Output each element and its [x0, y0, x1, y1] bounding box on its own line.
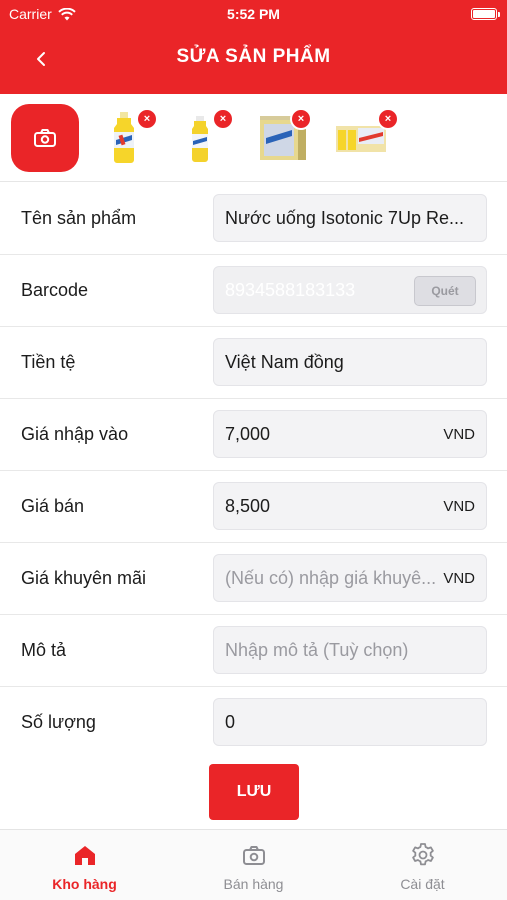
- home-icon: [74, 846, 95, 865]
- add-photo-button[interactable]: [11, 104, 79, 172]
- currency-unit: VND: [443, 498, 475, 515]
- field-label: Giá khuyên mãi: [21, 568, 147, 588]
- status-time: 5:52 PM: [227, 6, 280, 22]
- tab-warehouse[interactable]: Kho hàng: [0, 830, 169, 900]
- field-placeholder: (Nếu có) nhập giá khuyê...: [225, 568, 437, 588]
- field-label: Tên sản phẩm: [21, 208, 137, 228]
- page-title: SỬA SẢN PHẨM: [176, 46, 331, 67]
- field-placeholder: Nhập mô tả (Tuỳ chọn): [225, 640, 409, 660]
- field-label: Giá nhập vào: [21, 424, 129, 444]
- currency-select[interactable]: Việt Nam đồng: [213, 338, 487, 386]
- remove-image-button[interactable]: ×: [290, 108, 312, 130]
- scan-button[interactable]: Quét: [414, 276, 476, 306]
- field-label: Mô tả: [21, 640, 67, 660]
- import-price-input[interactable]: 7,000 VND: [213, 410, 487, 458]
- camera-icon: [34, 129, 56, 147]
- field-label: Tiền tệ: [21, 352, 76, 372]
- form-row-barcode: Barcode 8934588183133 Quét: [0, 255, 507, 327]
- barcode-input[interactable]: 8934588183133 Quét: [213, 266, 487, 314]
- field-value: Nước uống Isotonic 7Up Re...: [225, 208, 464, 228]
- tab-label: Bán hàng: [223, 876, 284, 892]
- field-label: Số lượng: [21, 712, 96, 732]
- remove-image-button[interactable]: ×: [136, 108, 158, 130]
- form-row-description: Mô tả Nhập mô tả (Tuỳ chọn): [0, 615, 507, 687]
- field-value: 7,000: [225, 424, 271, 444]
- gear-icon: [411, 843, 434, 866]
- field-value: 8,500: [225, 496, 271, 516]
- remove-image-button[interactable]: ×: [212, 108, 234, 130]
- tab-sales[interactable]: Bán hàng: [169, 830, 338, 900]
- field-value: 0: [225, 712, 236, 732]
- currency-unit: VND: [443, 570, 475, 587]
- save-button[interactable]: LƯU: [209, 764, 299, 820]
- field-value: Việt Nam đồng: [225, 352, 344, 372]
- battery-icon: [471, 8, 500, 20]
- product-form: Tên sản phẩm Nước uống Isotonic 7Up Re..…: [0, 183, 507, 759]
- form-row-name: Tên sản phẩm Nước uống Isotonic 7Up Re..…: [0, 183, 507, 255]
- tab-label: Cài đặt: [400, 876, 445, 892]
- form-row-sale-price: Giá bán 8,500 VND: [0, 471, 507, 543]
- description-input[interactable]: Nhập mô tả (Tuỳ chọn): [213, 626, 487, 674]
- camera-icon: [242, 846, 265, 865]
- status-bar: Carrier 5:52 PM: [0, 0, 507, 28]
- field-label: Barcode: [21, 280, 89, 300]
- form-row-promo-price: Giá khuyên mãi (Nếu có) nhập giá khuyê..…: [0, 543, 507, 615]
- form-row-quantity: Số lượng 0: [0, 687, 507, 759]
- quantity-input[interactable]: 0: [213, 698, 487, 746]
- product-images-row: × × × ×: [0, 94, 507, 182]
- currency-unit: VND: [443, 426, 475, 443]
- remove-image-button[interactable]: ×: [377, 108, 399, 130]
- form-row-currency: Tiền tệ Việt Nam đồng: [0, 327, 507, 399]
- sale-price-input[interactable]: 8,500 VND: [213, 482, 487, 530]
- tab-label: Kho hàng: [52, 876, 117, 892]
- field-label: Giá bán: [21, 496, 85, 516]
- tab-settings[interactable]: Cài đặt: [338, 830, 507, 900]
- app-header: Carrier 5:52 PM SỬA SẢN PHẨM: [0, 0, 507, 94]
- form-row-import-price: Giá nhập vào 7,000 VND: [0, 399, 507, 471]
- product-name-input[interactable]: Nước uống Isotonic 7Up Re...: [213, 194, 487, 242]
- promo-price-input[interactable]: (Nếu có) nhập giá khuyê... VND: [213, 554, 487, 602]
- field-value: 8934588183133: [225, 280, 356, 300]
- tab-bar: Kho hàng Bán hàng Cài đặt: [0, 829, 507, 900]
